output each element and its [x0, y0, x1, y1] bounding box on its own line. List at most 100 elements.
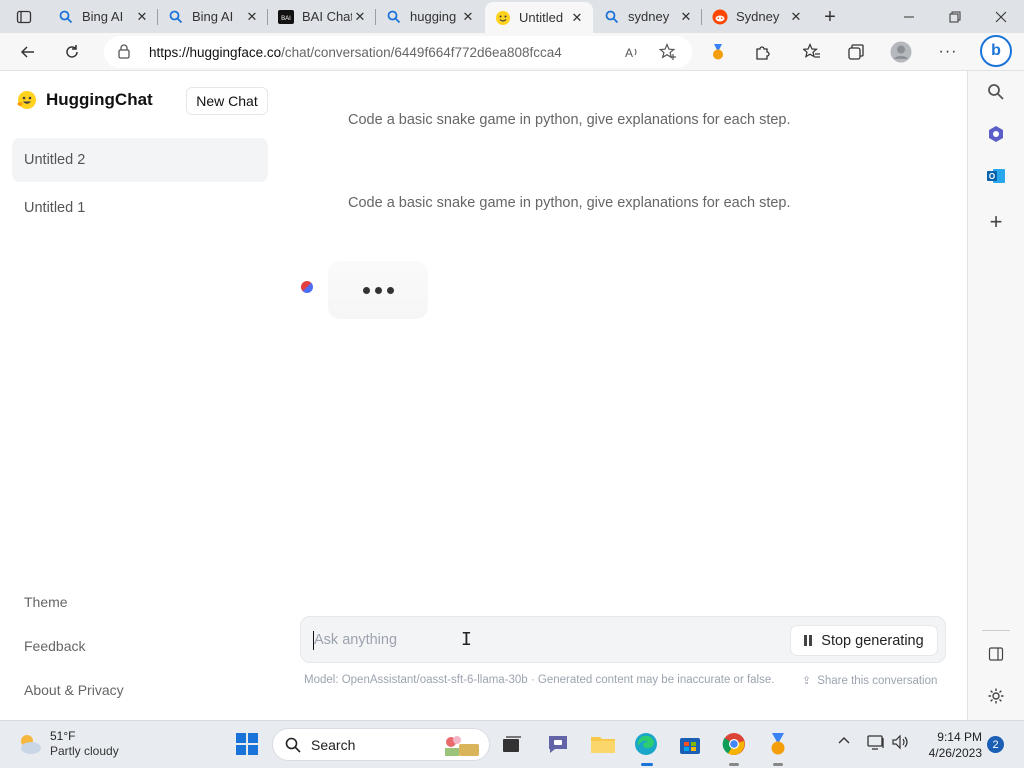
- pause-icon: [804, 635, 813, 646]
- sidebar-office-button[interactable]: [985, 123, 1007, 145]
- model-disclaimer: Model: OpenAssistant/oasst-sft-6-llama-3…: [304, 674, 775, 686]
- network-icon: [867, 735, 884, 750]
- close-tab-icon[interactable]: ✕: [460, 9, 476, 25]
- conversation-sidebar: HuggingChat New Chat Untitled 2 Untitled…: [0, 71, 280, 720]
- tab-strip: Bing AI ✕ Bing AI ✕ BAI BAI Chat ✕ huggi…: [0, 0, 1024, 33]
- read-aloud-icon[interactable]: A: [622, 42, 642, 62]
- tab-actions-icon: [16, 10, 32, 23]
- svg-text:BAI: BAI: [281, 16, 291, 22]
- tab-bai-chat[interactable]: BAI BAI Chat ✕: [268, 0, 376, 33]
- conversation-item-untitled-2[interactable]: Untitled 2: [12, 138, 268, 182]
- svg-text:O: O: [989, 172, 995, 181]
- close-tab-icon[interactable]: ✕: [244, 9, 260, 25]
- show-hidden-icons-button[interactable]: [837, 734, 851, 749]
- restore-button[interactable]: [932, 0, 978, 33]
- task-view-button[interactable]: [499, 731, 525, 757]
- collections-button[interactable]: [841, 37, 871, 67]
- store-button[interactable]: [677, 731, 703, 757]
- puzzle-icon: [756, 46, 770, 60]
- edge-browser-button[interactable]: [633, 731, 659, 757]
- outlook-icon: O: [987, 169, 1005, 183]
- notification-badge[interactable]: 2: [987, 736, 1004, 753]
- gear-icon: [988, 688, 1004, 704]
- brand-name: HuggingChat: [46, 90, 153, 109]
- windows-start-icon: [236, 733, 258, 755]
- new-chat-button[interactable]: New Chat: [186, 87, 268, 115]
- url-path: /chat/conversation/6449f664f772d6ea808fc…: [281, 45, 562, 60]
- sidebar-outlook-button[interactable]: O: [985, 165, 1007, 187]
- brand[interactable]: HuggingChat: [16, 89, 153, 111]
- active-app-indicator: [641, 763, 653, 766]
- chrome-button[interactable]: [721, 731, 747, 757]
- collections-icon: [848, 44, 864, 60]
- extension-medal-button[interactable]: [703, 37, 733, 67]
- search-icon: [168, 9, 184, 25]
- taskbar-search[interactable]: Search: [272, 728, 490, 761]
- store-icon: [680, 738, 700, 754]
- weather-widget[interactable]: 51°F Partly cloudy: [16, 729, 119, 759]
- search-highlight-icon: [445, 736, 479, 756]
- close-icon: [995, 11, 1007, 22]
- close-tab-icon[interactable]: ✕: [569, 10, 585, 26]
- tab-hugging[interactable]: hugging ✕: [376, 0, 484, 33]
- back-button[interactable]: [13, 37, 43, 67]
- theme-link[interactable]: Theme: [24, 594, 68, 610]
- tab-title: Untitled: [519, 10, 564, 25]
- office-icon: [989, 126, 1003, 142]
- chevron-up-icon: [838, 737, 850, 744]
- start-button[interactable]: [234, 731, 260, 757]
- tab-untitled-active[interactable]: Untitled ✕: [485, 2, 593, 33]
- edge-icon: [635, 733, 657, 755]
- lock-icon[interactable]: [118, 44, 130, 64]
- mouse-cursor-ibeam-icon: I: [461, 629, 472, 650]
- share-conversation-link[interactable]: ⇪ Share this conversation: [802, 674, 937, 688]
- about-privacy-link[interactable]: About & Privacy: [24, 682, 124, 698]
- tab-bing-ai-2[interactable]: Bing AI ✕: [158, 0, 268, 33]
- close-tab-icon[interactable]: ✕: [134, 9, 150, 25]
- close-tab-icon[interactable]: ✕: [788, 9, 804, 25]
- tab-title: BAI Chat: [302, 9, 352, 24]
- url-text: https://huggingface.co/chat/conversation…: [149, 45, 562, 60]
- task-view-icon: [503, 736, 521, 752]
- network-button[interactable]: [866, 734, 886, 753]
- favorites-button[interactable]: [797, 37, 827, 67]
- sidebar-toggle-icon: [988, 647, 1004, 661]
- clock[interactable]: 9:14 PM 4/26/2023: [922, 729, 982, 761]
- file-explorer-button[interactable]: [590, 731, 616, 757]
- tab-actions-button[interactable]: [0, 0, 48, 33]
- chat-app-button[interactable]: [545, 731, 571, 757]
- tab-sydney[interactable]: sydney ✕: [594, 0, 702, 33]
- navigation-bar: https://huggingface.co/chat/conversation…: [0, 33, 1024, 71]
- typing-dot: [374, 286, 382, 294]
- close-window-button[interactable]: [978, 0, 1024, 33]
- refresh-icon: [66, 45, 78, 58]
- close-tab-icon[interactable]: ✕: [678, 9, 694, 25]
- tab-sydney-reddit[interactable]: Sydney ✕: [702, 0, 812, 33]
- volume-button[interactable]: [891, 734, 911, 753]
- address-bar[interactable]: https://huggingface.co/chat/conversation…: [104, 36, 692, 68]
- tab-title: Bing AI: [192, 9, 234, 24]
- profile-button[interactable]: [886, 37, 916, 67]
- bing-icon: b: [991, 42, 1001, 59]
- bing-copilot-button[interactable]: b: [980, 35, 1012, 67]
- add-favorite-icon[interactable]: [658, 42, 678, 62]
- sidebar-search-button[interactable]: [985, 81, 1007, 103]
- tab-title: Sydney: [736, 9, 780, 24]
- medal-app-button[interactable]: [765, 731, 791, 757]
- svg-text:A: A: [625, 46, 633, 60]
- sidebar-settings-button[interactable]: [985, 685, 1007, 707]
- close-tab-icon[interactable]: ✕: [352, 9, 368, 25]
- chat-input[interactable]: Ask anything I Stop generating: [300, 616, 946, 663]
- hide-sidebar-button[interactable]: [985, 643, 1007, 665]
- settings-more-button[interactable]: ···: [933, 37, 963, 67]
- medal-icon: [713, 44, 723, 60]
- sidebar-add-button[interactable]: +: [985, 209, 1007, 234]
- new-tab-button[interactable]: +: [818, 5, 842, 29]
- refresh-button[interactable]: [57, 37, 87, 67]
- stop-generating-button[interactable]: Stop generating: [790, 625, 938, 656]
- conversation-item-untitled-1[interactable]: Untitled 1: [12, 186, 268, 230]
- extensions-button[interactable]: [748, 37, 778, 67]
- feedback-link[interactable]: Feedback: [24, 638, 85, 654]
- minimize-button[interactable]: [886, 0, 932, 33]
- tab-bing-ai-1[interactable]: Bing AI ✕: [48, 0, 158, 33]
